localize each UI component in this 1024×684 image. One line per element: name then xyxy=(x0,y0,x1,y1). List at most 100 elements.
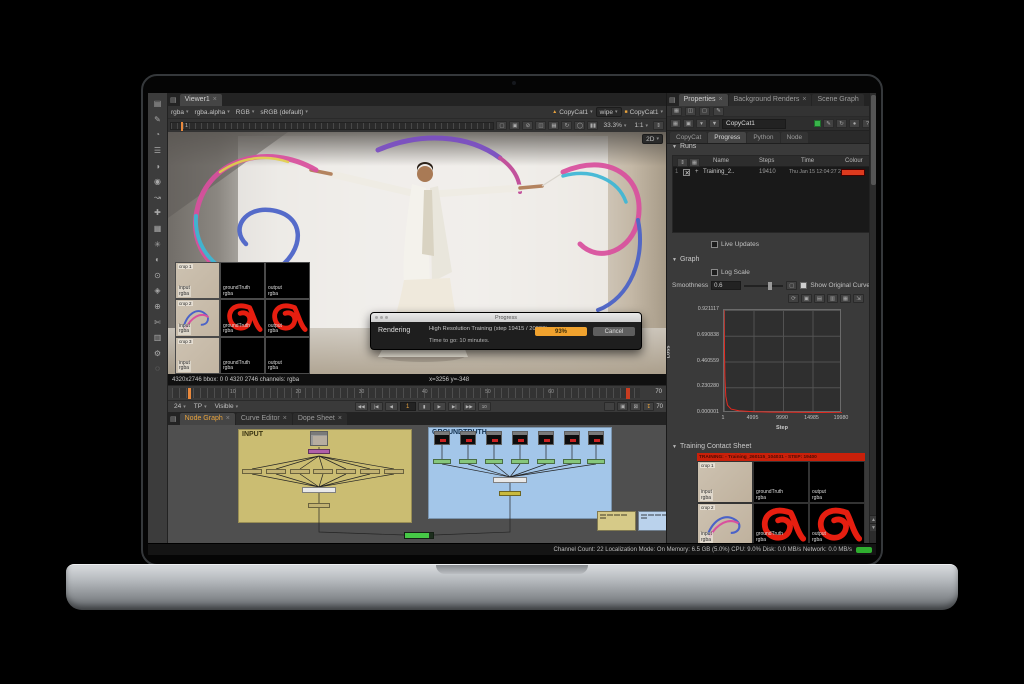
tab-properties[interactable]: Properties× xyxy=(679,94,728,106)
tab-curve-editor[interactable]: Curve Editor× xyxy=(236,413,292,425)
alpha-select[interactable]: rgba.alpha▾ xyxy=(192,107,233,118)
close-icon[interactable]: × xyxy=(338,415,342,422)
stop-button[interactable]: ▮ xyxy=(418,402,431,411)
shuffle-node[interactable] xyxy=(433,459,451,464)
viewer-cache-ruler[interactable]: 1 xyxy=(170,122,494,130)
swap-icon[interactable]: ⇕ xyxy=(653,121,664,130)
bar-icon[interactable]: ▢ xyxy=(699,107,710,116)
pause-icon[interactable]: ▮▮ xyxy=(587,121,598,130)
read-node-thumbnail[interactable] xyxy=(538,431,554,445)
download-frames-icon[interactable]: ↧ xyxy=(643,402,654,411)
close-icon[interactable]: × xyxy=(719,96,723,103)
minimap-input[interactable] xyxy=(597,511,636,531)
show-original-checkbox[interactable] xyxy=(800,282,807,289)
tab-python[interactable]: Python xyxy=(747,132,779,143)
toolbar-views-icon[interactable]: ◈ xyxy=(149,283,167,299)
shuffle-node[interactable] xyxy=(511,459,529,464)
crop-node[interactable] xyxy=(313,469,333,474)
grid-icon[interactable]: ▦ xyxy=(671,107,682,116)
toolbar-image-icon[interactable]: ▤ xyxy=(149,96,167,112)
toolbar-metadata-icon[interactable]: ⊕ xyxy=(149,299,167,315)
curve-icon[interactable]: ▣ xyxy=(683,119,694,128)
toolbar-extra-icon[interactable]: ◌ xyxy=(149,361,167,377)
tab-node[interactable]: Node xyxy=(781,132,809,143)
revert-icon[interactable]: ↻ xyxy=(836,119,847,128)
grid-toggle-icon[interactable]: ▦ xyxy=(840,294,851,303)
read-node-thumbnail[interactable] xyxy=(512,431,528,445)
tab-scene-graph[interactable]: Scene Graph xyxy=(812,94,863,106)
shuffle-node[interactable] xyxy=(537,459,555,464)
columns-icon[interactable]: ▦ xyxy=(689,158,700,167)
proxy-select[interactable]: 1:1▾ xyxy=(631,120,651,131)
viewer-timeline[interactable]: 10 20 30 40 50 60 70 xyxy=(168,385,666,400)
properties-scrollbar[interactable]: ▲ ▼ xyxy=(869,93,876,543)
toolbar-channel-icon[interactable]: ☰ xyxy=(149,143,167,159)
toolbar-deep-icon[interactable]: ⊙ xyxy=(149,268,167,284)
overlay-icon[interactable]: ◫ xyxy=(535,121,546,130)
layer-select[interactable]: rgba▾ xyxy=(168,107,192,118)
copycat-node-progress[interactable] xyxy=(404,532,434,539)
toolbar-settings-icon[interactable]: ⚙ xyxy=(149,346,167,362)
colorspace-select[interactable]: sRGB (default)▾ xyxy=(257,107,311,118)
minimap-groundtruth[interactable] xyxy=(638,511,666,531)
tab-dope-sheet[interactable]: Dope Sheet× xyxy=(293,413,347,425)
collapse-triangle-icon[interactable]: ▼ xyxy=(672,144,677,150)
next-keyframe-button[interactable]: ▶| xyxy=(448,402,461,411)
read-node-thumbnail[interactable] xyxy=(486,431,502,445)
tab-background-renders[interactable]: Background Renders× xyxy=(729,94,812,106)
checkerboard-icon[interactable]: ▦ xyxy=(548,121,559,130)
clip-warning-icon[interactable]: ⊘ xyxy=(522,121,533,130)
fast-forward-button[interactable]: ▶▶ xyxy=(463,402,476,411)
shuffle-node[interactable] xyxy=(485,459,503,464)
toolbar-time-icon[interactable]: ◔ xyxy=(149,127,167,143)
toolbar-other-icon[interactable]: ▥ xyxy=(149,330,167,346)
smoothness-field[interactable]: 0.6 xyxy=(711,281,741,290)
panel-menu-icon[interactable]: ▤ xyxy=(170,96,177,104)
node-color-icon[interactable]: ▦ xyxy=(670,119,681,128)
reset-zoom-icon[interactable]: ⟳ xyxy=(788,294,799,303)
shuffle-node[interactable] xyxy=(459,459,477,464)
display-channels-select[interactable]: RGB▾ xyxy=(233,107,258,118)
dot-node[interactable] xyxy=(499,491,521,496)
log-scale-checkbox[interactable] xyxy=(711,269,718,276)
shuffle-node[interactable] xyxy=(308,449,330,454)
read-node-thumbnail[interactable] xyxy=(310,431,328,446)
tab-copycat[interactable]: CopyCat xyxy=(670,132,707,143)
prev-keyframe-button[interactable]: |◀ xyxy=(370,402,383,411)
frame-increment-field[interactable]: 10 xyxy=(478,402,491,411)
crop-node[interactable] xyxy=(384,469,404,474)
read-node-thumbnail[interactable] xyxy=(434,431,450,445)
window-controls[interactable] xyxy=(375,316,388,319)
a-input-select[interactable]: ▲CopyCat1▾ xyxy=(549,107,595,118)
close-icon[interactable]: × xyxy=(802,96,806,103)
graph-section-header[interactable]: ▼ Graph xyxy=(672,256,699,263)
next-frame-button[interactable]: ▶ xyxy=(433,402,446,411)
refresh-icon[interactable]: ↻ xyxy=(561,121,572,130)
sort-icon[interactable]: ⇕ xyxy=(677,158,688,167)
viewer-image-area[interactable]: 2D▾ crop 1 inputrgba groundTruthrgba out… xyxy=(168,132,666,374)
node-name-field[interactable]: CopyCat1 xyxy=(722,119,786,129)
crop-node[interactable] xyxy=(266,469,286,474)
rewind-button[interactable]: ◀◀ xyxy=(355,402,368,411)
b-input-select[interactable]: ■CopyCat1▾ xyxy=(622,107,666,118)
roi-icon[interactable]: ◯ xyxy=(574,121,585,130)
expand-icon[interactable]: ▼ xyxy=(709,119,720,128)
export-icon[interactable]: ⇲ xyxy=(853,294,864,303)
close-icon[interactable]: × xyxy=(213,96,217,103)
scrollbar-thumb[interactable] xyxy=(871,95,876,185)
wipe-mode-select[interactable]: wipe▾ xyxy=(596,107,622,117)
appendclip-node[interactable] xyxy=(302,487,336,493)
toolbar-3d-icon[interactable]: ✳ xyxy=(149,236,167,252)
toolbar-keyer-icon[interactable]: ↝ xyxy=(149,190,167,206)
close-icon[interactable]: × xyxy=(283,415,287,422)
edit-icon[interactable]: ✎ xyxy=(823,119,834,128)
tab-progress[interactable]: Progress xyxy=(708,132,746,143)
toolbar-particles-icon[interactable]: ◐ xyxy=(149,252,167,268)
lock-range-icon[interactable]: ⊠ xyxy=(630,402,641,411)
chevron-down-icon[interactable]: ▾ xyxy=(696,119,707,128)
zoom-select[interactable]: 33.3%▾ xyxy=(600,120,629,131)
shuffle-node[interactable] xyxy=(587,459,605,464)
smoothness-slider[interactable] xyxy=(744,285,783,287)
monitor-out-icon[interactable] xyxy=(604,402,615,411)
toolbar-color-icon[interactable]: ◑ xyxy=(149,158,167,174)
